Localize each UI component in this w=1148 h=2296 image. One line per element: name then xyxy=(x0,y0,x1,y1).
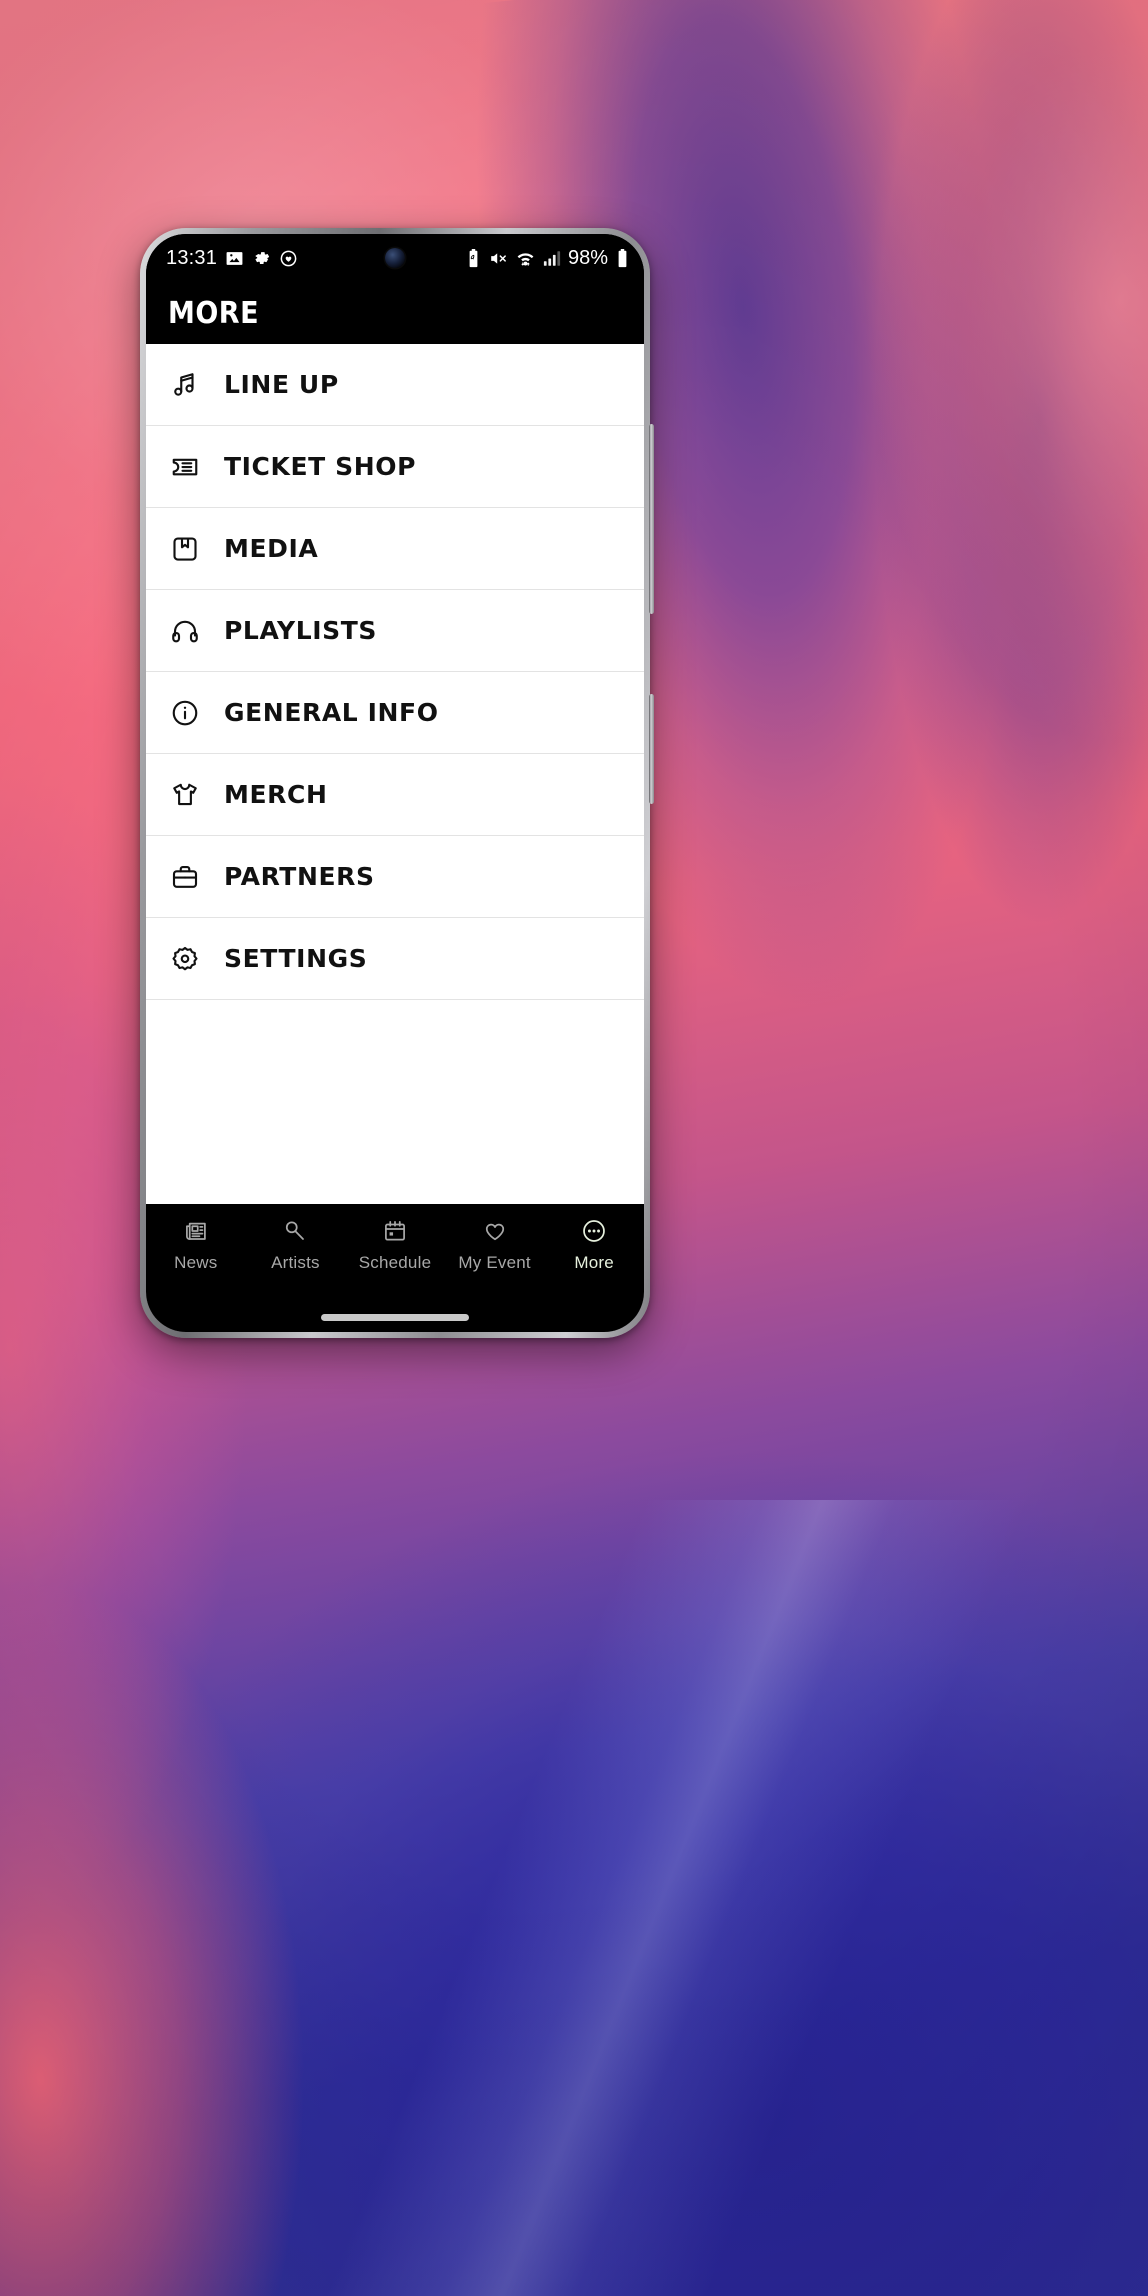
newspaper-icon xyxy=(183,1216,209,1246)
nav-tab-label: Schedule xyxy=(358,1253,432,1272)
calendar-icon xyxy=(382,1216,408,1246)
app-content: LINE UP TICKET SHOP MEDIA PLAYLISTS GENE… xyxy=(146,344,644,1332)
music-note-icon xyxy=(168,368,202,402)
menu-item-settings[interactable]: SETTINGS xyxy=(146,918,644,1000)
menu-item-partners[interactable]: PARTNERS xyxy=(146,836,644,918)
menu-item-general-info[interactable]: GENERAL INFO xyxy=(146,672,644,754)
wallpaper: 13:31 98% MORE LINE UP TICKET SHOP MEDIA… xyxy=(0,0,1148,2296)
briefcase-icon xyxy=(168,860,202,894)
volume-button[interactable] xyxy=(649,424,654,614)
front-camera-punch-hole xyxy=(385,248,405,268)
status-bar-clock: 13:31 xyxy=(166,246,218,269)
power-button[interactable] xyxy=(649,694,654,804)
nav-tab-artists[interactable]: Artists xyxy=(246,1216,346,1273)
menu-item-label: GENERAL INFO xyxy=(224,698,439,727)
heart-circle-icon xyxy=(279,249,298,268)
gear-icon xyxy=(252,249,271,268)
media-book-icon xyxy=(168,532,202,566)
menu-item-label: SETTINGS xyxy=(224,944,368,973)
more-menu-list: LINE UP TICKET SHOP MEDIA PLAYLISTS GENE… xyxy=(146,344,644,1204)
nav-tab-more[interactable]: More xyxy=(544,1216,644,1273)
phone-screen: 13:31 98% MORE LINE UP TICKET SHOP MEDIA… xyxy=(146,234,644,1332)
menu-item-label: MERCH xyxy=(224,780,328,809)
gesture-bar-area xyxy=(146,1302,644,1332)
menu-item-label: PLAYLISTS xyxy=(224,616,378,645)
status-bar-left: 13:31 xyxy=(166,247,298,270)
menu-item-playlists[interactable]: PLAYLISTS xyxy=(146,590,644,672)
signal-bars-icon xyxy=(543,249,561,268)
tshirt-icon xyxy=(168,778,202,812)
menu-item-label: LINE UP xyxy=(224,370,339,399)
headphones-icon xyxy=(168,614,202,648)
battery-saver-icon xyxy=(466,248,481,268)
info-circle-icon xyxy=(168,696,202,730)
microphone-icon xyxy=(282,1216,308,1246)
menu-item-merch[interactable]: MERCH xyxy=(146,754,644,836)
nav-tab-label: News xyxy=(174,1253,218,1272)
nav-tab-my-event[interactable]: My Event xyxy=(445,1216,545,1273)
status-bar: 13:31 98% xyxy=(146,234,644,282)
volume-mute-icon xyxy=(488,249,508,268)
wifi-icon xyxy=(515,249,536,268)
nav-tab-label: My Event xyxy=(458,1253,531,1272)
menu-item-label: TICKET SHOP xyxy=(224,452,417,481)
dots-circle-icon xyxy=(581,1216,607,1246)
menu-item-line-up[interactable]: LINE UP xyxy=(146,344,644,426)
gear-icon xyxy=(168,942,202,976)
battery-icon xyxy=(615,248,630,268)
phone-device-frame: 13:31 98% MORE LINE UP TICKET SHOP MEDIA… xyxy=(140,228,654,1338)
menu-empty-space xyxy=(146,1000,644,1180)
status-bar-right: 98% xyxy=(466,247,630,270)
menu-item-media[interactable]: MEDIA xyxy=(146,508,644,590)
battery-percentage: 98% xyxy=(567,246,608,269)
image-icon xyxy=(225,249,244,268)
page-title: MORE xyxy=(168,295,260,331)
nav-tab-label: More xyxy=(574,1253,614,1272)
menu-item-label: PARTNERS xyxy=(224,862,375,891)
ticket-icon xyxy=(168,450,202,484)
menu-item-ticket-shop[interactable]: TICKET SHOP xyxy=(146,426,644,508)
home-gesture-bar[interactable] xyxy=(321,1313,469,1321)
nav-tab-schedule[interactable]: Schedule xyxy=(345,1216,445,1273)
app-header: MORE xyxy=(146,282,644,344)
bottom-navigation-bar: News Artists Schedule My Event More xyxy=(146,1204,644,1302)
menu-item-label: MEDIA xyxy=(224,534,319,563)
heart-icon xyxy=(482,1216,508,1246)
nav-tab-news[interactable]: News xyxy=(146,1216,246,1273)
nav-tab-label: Artists xyxy=(271,1253,320,1272)
